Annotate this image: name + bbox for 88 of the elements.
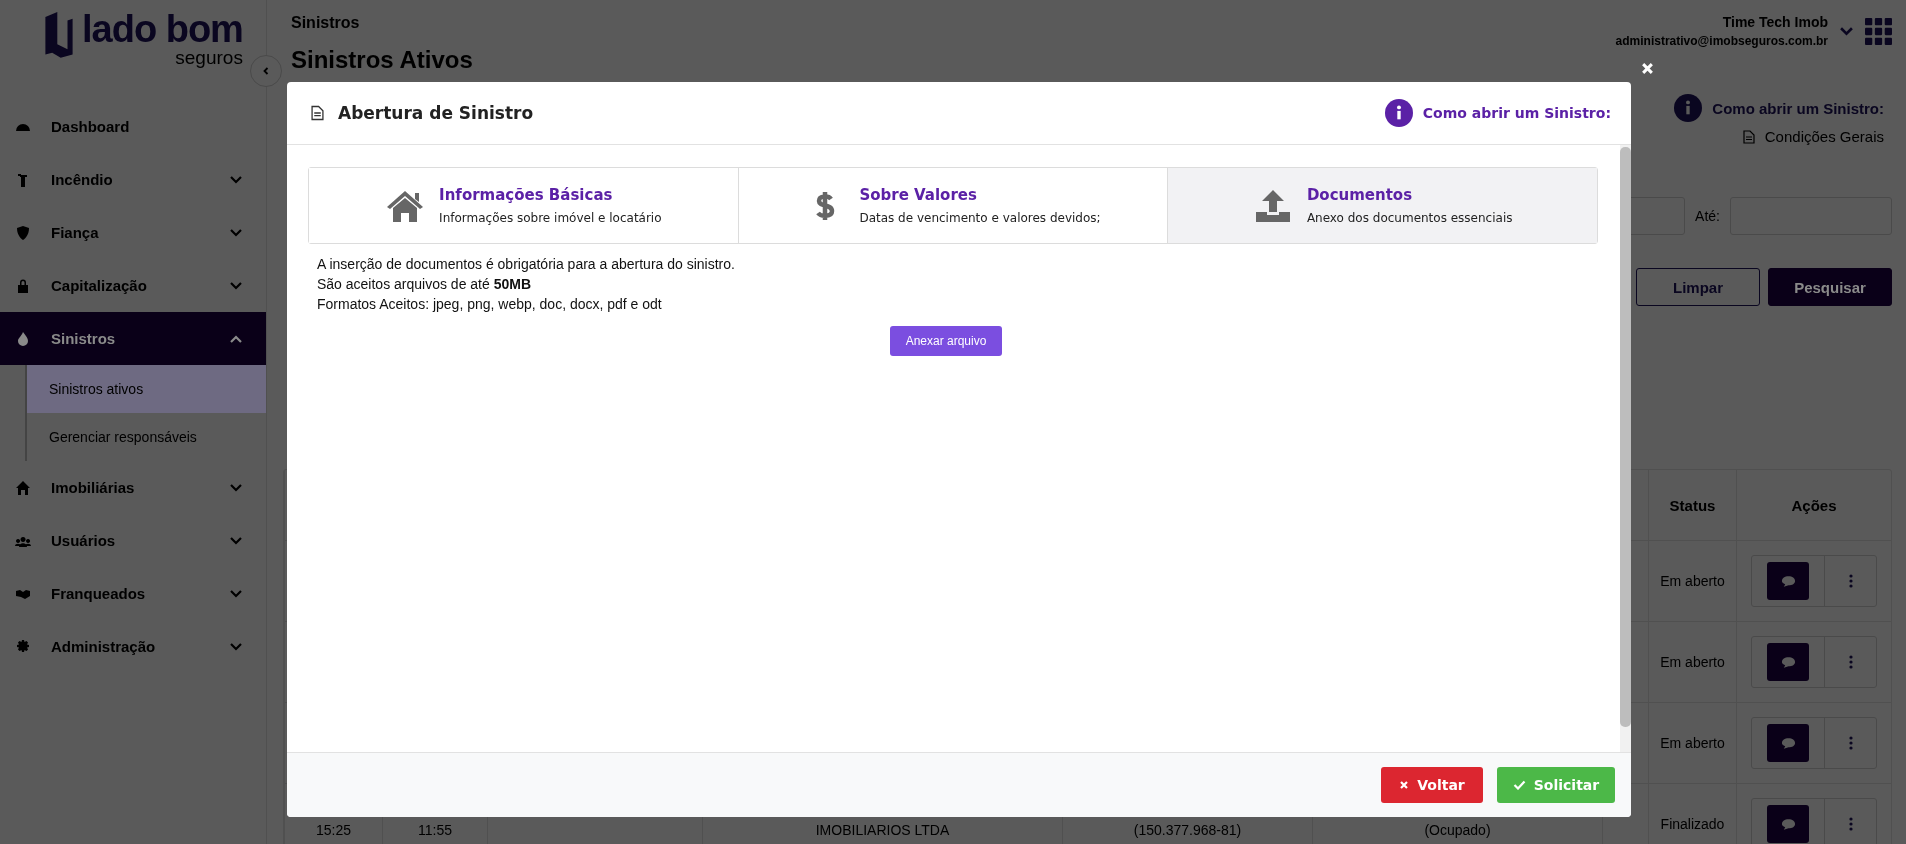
speech-bubble-icon: [1780, 737, 1796, 749]
search-button[interactable]: Pesquisar: [1768, 268, 1892, 306]
close-icon: [1399, 780, 1410, 790]
sidebar-item-label: Capitalização: [51, 277, 148, 294]
sidebar-item-label: Incêndio: [51, 171, 114, 188]
back-button[interactable]: Voltar: [1381, 767, 1483, 803]
attach-file-button[interactable]: Anexar arquivo: [889, 326, 1003, 356]
house-icon: [15, 479, 31, 496]
kebab-icon: [1848, 574, 1853, 588]
table-cell: (Ocupado): [1424, 822, 1491, 838]
apps-grid-icon[interactable]: [1865, 17, 1892, 45]
sidebar-item[interactable]: Capitalização: [0, 259, 266, 312]
step-subtitle: Anexo dos documentos essenciais: [1306, 211, 1513, 225]
sidebar-item[interactable]: Dashboard: [0, 100, 266, 153]
shield-icon: [15, 224, 31, 241]
sidebar-item[interactable]: Franqueados: [0, 567, 266, 620]
speech-bubble-icon: [1780, 575, 1796, 587]
info-icon: [1384, 99, 1413, 127]
document-link[interactable]: Condições Gerais: [1764, 128, 1884, 145]
step-subtitle: Datas de vencimento e valores devidos;: [859, 211, 1101, 225]
kebab-icon: [1848, 655, 1853, 669]
document-icon: [1742, 129, 1755, 144]
comment-button[interactable]: [1767, 643, 1809, 681]
sidebar-subitem[interactable]: Gerenciar responsáveis: [27, 413, 266, 461]
sidebar-item[interactable]: Sinistros: [0, 312, 266, 365]
document-icon: [311, 105, 324, 121]
kebab-icon: [1848, 817, 1853, 831]
help-link[interactable]: Como abrir um Sinistro:: [1712, 99, 1884, 117]
table-cell: 11:55: [418, 822, 452, 838]
table-cell: (150.377.968-81): [1133, 822, 1242, 838]
comment-button[interactable]: [1767, 724, 1809, 762]
sidebar-subitem[interactable]: Sinistros ativos: [27, 365, 266, 413]
clear-button[interactable]: Limpar: [1636, 268, 1760, 306]
comment-button[interactable]: [1767, 562, 1809, 600]
speech-bubble-icon: [1780, 818, 1796, 830]
sidebar-item-label: Administração: [51, 638, 157, 655]
user-name: Time Tech Imob: [1722, 14, 1828, 30]
sidebar-item-label: Usuários: [51, 532, 117, 549]
chevron-down-icon[interactable]: [1840, 26, 1853, 36]
info-text: São aceitos arquivos de até 50MB: [317, 276, 533, 292]
kebab-icon: [1848, 736, 1853, 750]
step-tab[interactable]: Documentos Anexo dos documentos essenciais: [1168, 168, 1597, 243]
submit-button[interactable]: Solicitar: [1497, 767, 1615, 803]
breadcrumb: Sinistros: [291, 14, 361, 32]
step-subtitle: Informações sobre imóvel e locatário: [439, 211, 662, 225]
status-cell: Em aberto: [1660, 573, 1725, 589]
close-icon: [1640, 61, 1654, 75]
info-text: Formatos Aceitos: jpeg, png, webp, doc, docx, pdf e odt: [317, 296, 663, 312]
sidebar-item[interactable]: Usuários: [0, 514, 266, 567]
sidebar-item[interactable]: Incêndio: [0, 153, 266, 206]
sidebar-item-label: Fiança: [51, 224, 100, 241]
logo-tagline: seguros: [175, 48, 243, 67]
sidebar-item-label: Imobiliárias: [51, 479, 136, 496]
logo-name: lado bom: [82, 10, 243, 48]
logo-icon: [42, 10, 76, 58]
status-cell: Em aberto: [1660, 735, 1725, 751]
scrollbar[interactable]: [1620, 145, 1631, 752]
step-tab[interactable]: Informações Básicas Informações sobre imóvel e locatário: [309, 168, 739, 243]
chevron-left-icon: [261, 66, 271, 76]
speech-bubble-icon: [1780, 656, 1796, 668]
comment-button[interactable]: [1767, 805, 1809, 843]
check-icon: [1512, 780, 1526, 790]
step-title: Documentos: [1306, 186, 1414, 204]
step-title: Informações Básicas: [439, 186, 614, 204]
table-cell: IMOBILIARIOS LTDA: [815, 822, 950, 838]
info-text: A inserção de documentos é obrigatória para a abertura do sinistro.: [317, 256, 736, 272]
sidebar-item-label: Franqueados: [51, 585, 147, 602]
flame-icon: [15, 330, 31, 347]
sidebar-item[interactable]: Administração: [0, 620, 266, 673]
status-cell: Finalizado: [1660, 816, 1725, 832]
column-header: Status: [1648, 470, 1736, 540]
sidebar-item-label: Sinistros: [51, 330, 117, 347]
sidebar-item[interactable]: Imobiliárias: [0, 461, 266, 514]
sidebar-item-label: Dashboard: [51, 118, 131, 135]
modal-title: Abertura de Sinistro: [338, 103, 534, 123]
step-title: Sobre Valores: [859, 186, 978, 204]
lock-icon: [15, 277, 31, 294]
page-title: Sinistros Ativos: [291, 46, 473, 74]
sidebar-item[interactable]: Fiança: [0, 206, 266, 259]
status-cell: Em aberto: [1660, 654, 1725, 670]
info-icon: [1674, 94, 1703, 122]
collapse-button[interactable]: [250, 55, 282, 87]
column-header: Ações: [1736, 470, 1891, 540]
user-email: administrativo@imobseguros.com.br: [1615, 34, 1828, 48]
gear-icon: [15, 638, 31, 655]
table-cell: 15:25: [315, 822, 351, 838]
help-link[interactable]: Como abrir um Sinistro:: [1422, 105, 1611, 121]
until-label: Até:: [1695, 208, 1720, 224]
